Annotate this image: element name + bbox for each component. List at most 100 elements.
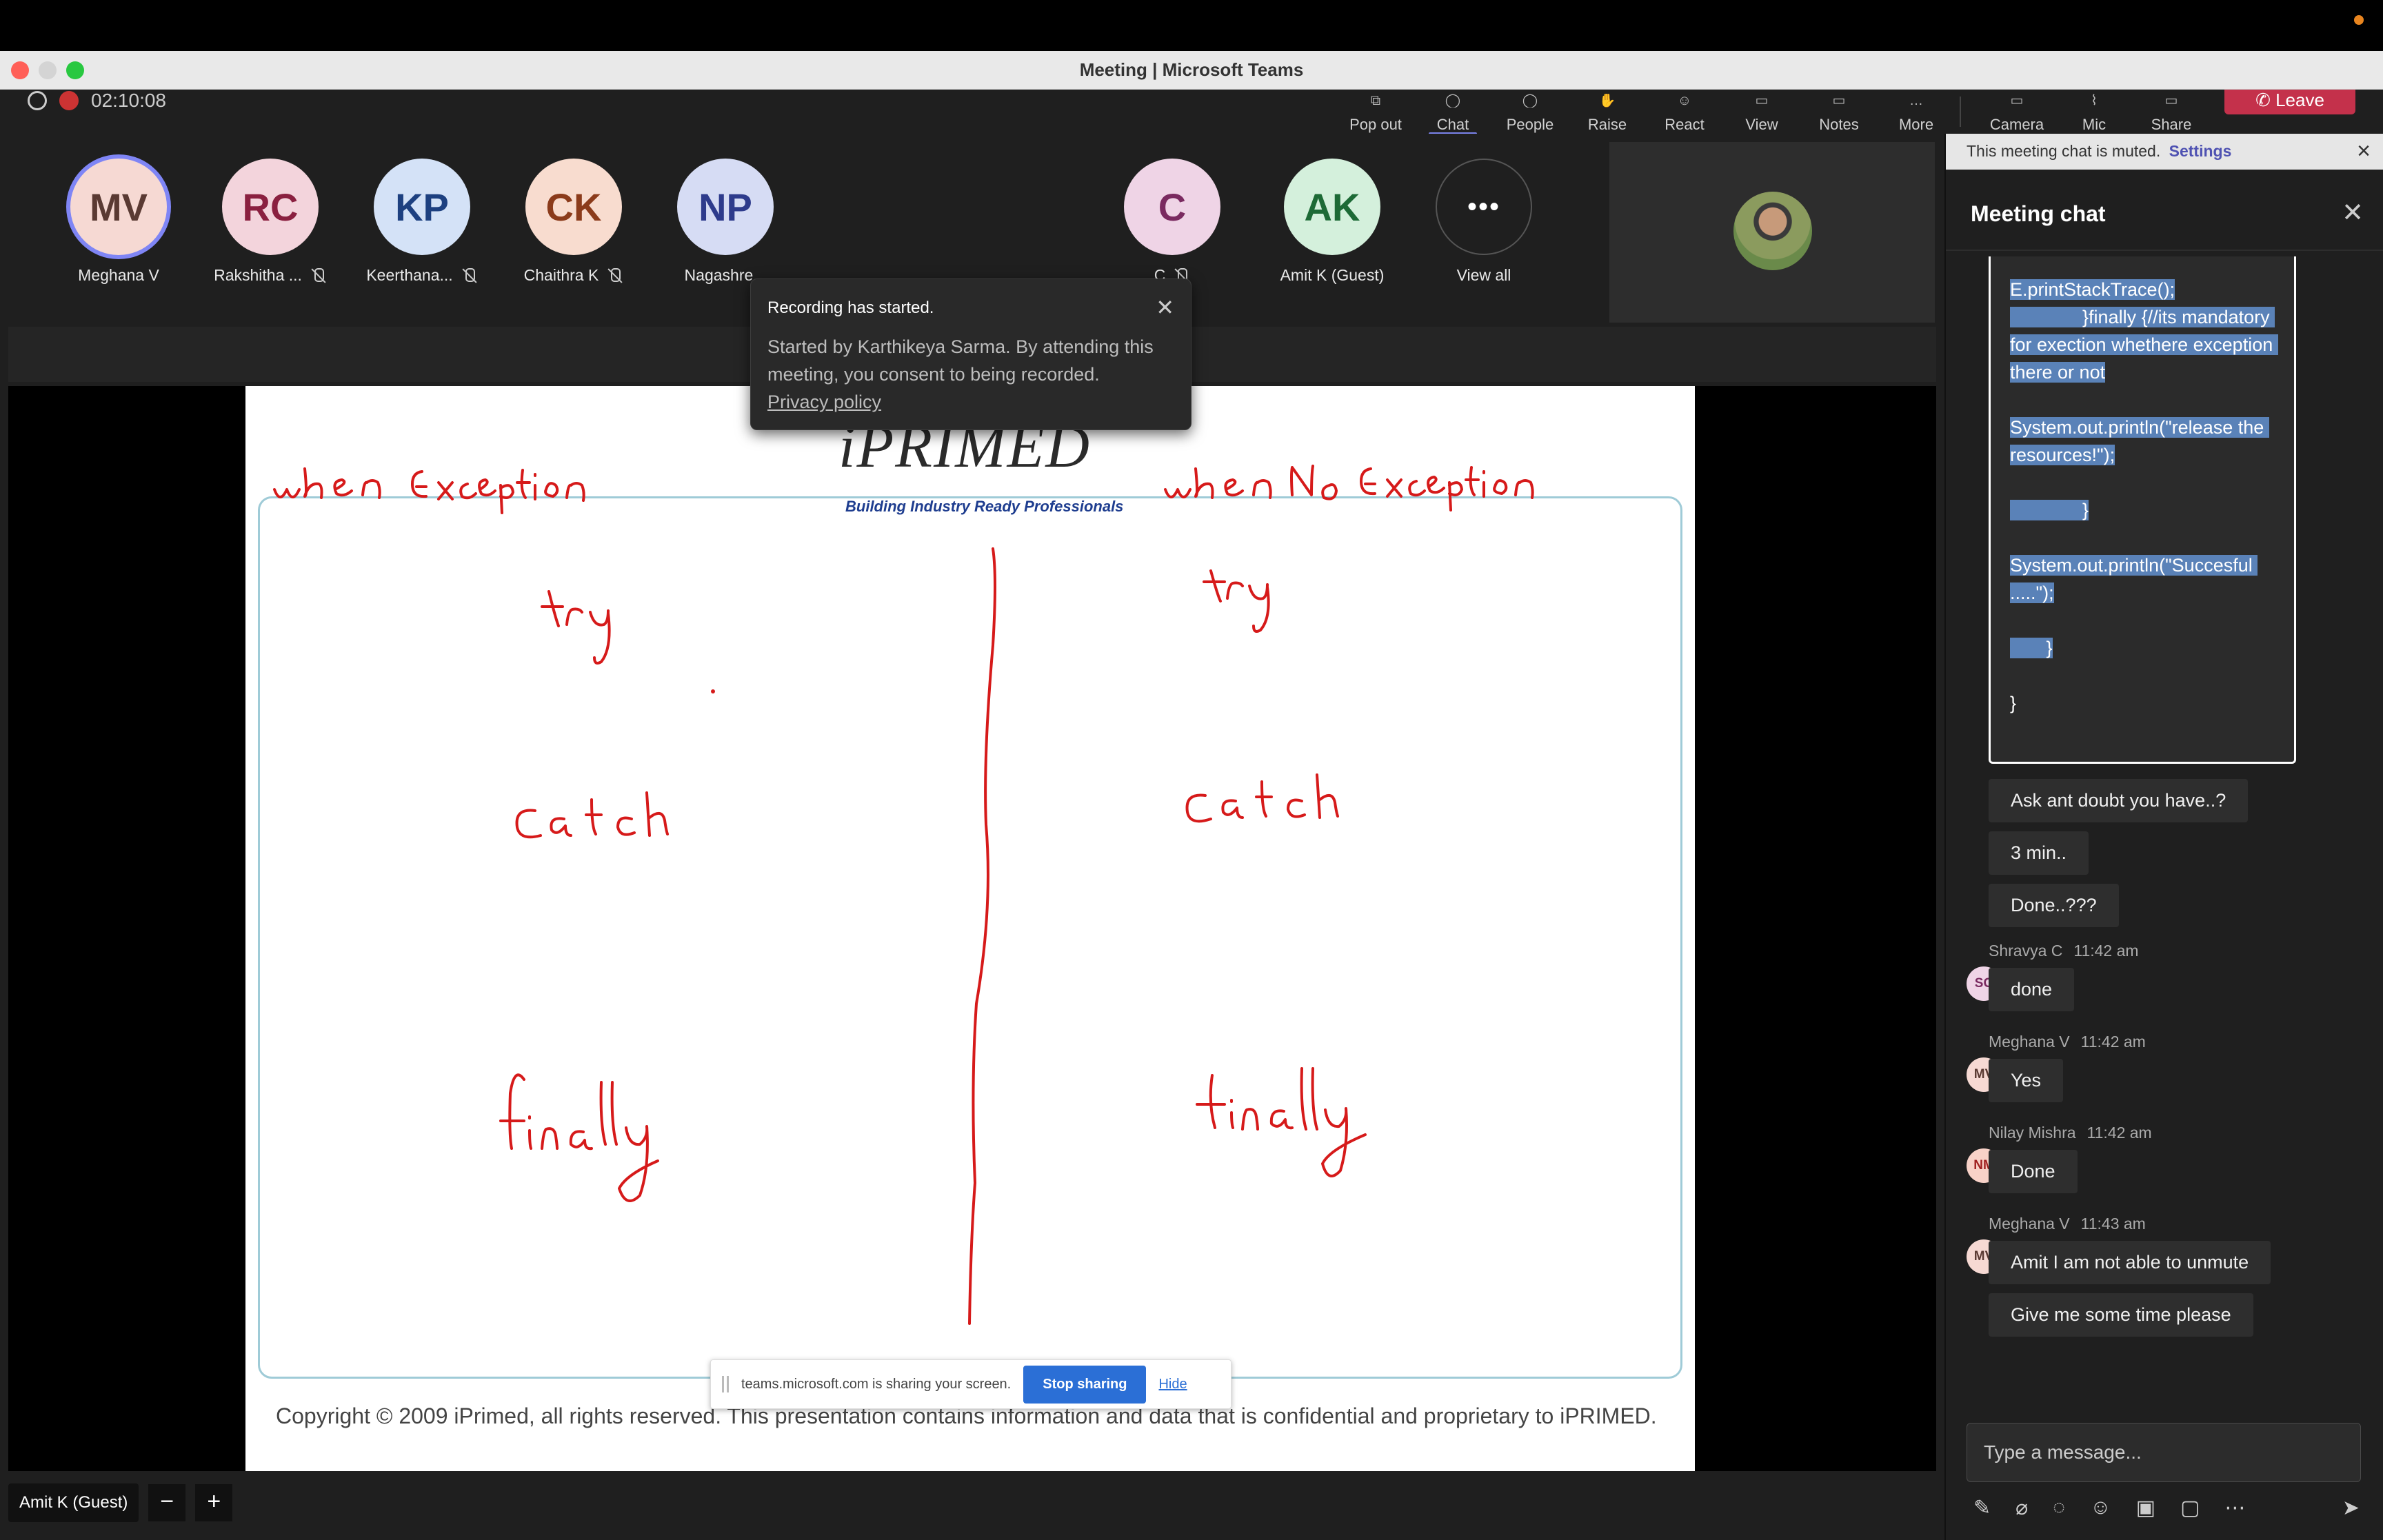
- grid-icon: ▭: [1755, 94, 1769, 108]
- sticker-icon[interactable]: ▢: [2180, 1496, 2200, 1520]
- sharing-status-text: teams.microsoft.com is sharing your scre…: [741, 1376, 1012, 1392]
- privacy-policy-link[interactable]: Privacy policy: [767, 392, 881, 412]
- timer-text: 02:10:08: [91, 90, 166, 111]
- participant-name-row: Chaithra K: [505, 266, 643, 285]
- shield-icon: [28, 91, 47, 110]
- code-line: }: [2010, 500, 2089, 520]
- format-icon[interactable]: ✎: [1973, 1496, 1991, 1520]
- drag-handle-icon[interactable]: [722, 1376, 729, 1392]
- react-button[interactable]: ☺ React: [1647, 94, 1722, 134]
- chat-button[interactable]: ◯ Chat: [1415, 94, 1491, 136]
- chat-muted-banner: This meeting chat is muted. Settings ×: [1946, 134, 2383, 170]
- loop-icon[interactable]: ◌: [2053, 1496, 2065, 1519]
- close-icon[interactable]: ×: [2357, 138, 2371, 165]
- chat-message[interactable]: Give me some time please: [1989, 1293, 2253, 1337]
- camera-button[interactable]: ▭ Camera: [1979, 94, 2055, 134]
- code-line: }finally {//its mandatory for exection w…: [2010, 307, 2278, 383]
- close-icon[interactable]: ✕: [2342, 197, 2364, 228]
- people-icon: ◯: [1522, 94, 1538, 108]
- chat-message[interactable]: Amit I am not able to unmute: [1989, 1241, 2271, 1284]
- chat-message[interactable]: Yes: [1989, 1059, 2064, 1102]
- emoji-icon[interactable]: ☺: [2090, 1496, 2111, 1519]
- avatar: MV: [70, 159, 167, 255]
- participant-tile[interactable]: RC Rakshitha ...: [201, 159, 339, 285]
- recording-toast-body: Started by Karthikeya Sarma. By attendin…: [767, 336, 1154, 412]
- code-message-bubble: E.printStackTrace(); }finally {//its man…: [1989, 256, 2296, 764]
- code-line: }: [2010, 693, 2017, 713]
- mic-button[interactable]: ⌇ Mic: [2056, 94, 2132, 134]
- participant-tile[interactable]: MV Meghana V: [50, 159, 188, 285]
- hide-sharing-bar-link[interactable]: Hide: [1158, 1377, 1187, 1392]
- screen-share-view: iPRIMED Building Industry Ready Professi…: [8, 386, 1936, 1471]
- camera-icon: ▭: [2010, 94, 2024, 108]
- window-titlebar: Meeting | Microsoft Teams: [0, 51, 2383, 90]
- code-line: }: [2010, 638, 2053, 658]
- chat-message[interactable]: Done..???: [1989, 884, 2119, 927]
- popout-button[interactable]: ⧉ Pop out: [1338, 94, 1414, 134]
- gif-icon[interactable]: ▣: [2136, 1496, 2155, 1520]
- ink-when-no-exception: [1164, 465, 1534, 511]
- chat-message-meta: Meghana V 11:42 am: [1989, 1033, 2146, 1051]
- chat-icon: ◯: [1445, 94, 1461, 108]
- chat-title: Meeting chat: [1971, 201, 2106, 226]
- chat-message[interactable]: Done: [1989, 1150, 2078, 1193]
- participant-tile[interactable]: NP Nagashre...: [656, 159, 794, 285]
- chat-message-meta: Meghana V 11:43 am: [1989, 1215, 2146, 1233]
- ink-try-right: [1203, 569, 1270, 633]
- meeting-toolbar: 02:10:08 ⧉ Pop out ◯ Chat ◯ People ✋ Raise ☺…: [0, 90, 2383, 136]
- settings-link[interactable]: Settings: [2169, 142, 2232, 160]
- chat-message[interactable]: 3 min..: [1989, 831, 2089, 875]
- participant-tile[interactable]: CK Chaithra K: [505, 159, 643, 285]
- zoom-out-button[interactable]: −: [148, 1484, 186, 1521]
- attach-icon[interactable]: ⌀: [2015, 1496, 2028, 1520]
- mac-menubar: [0, 0, 2383, 51]
- share-button[interactable]: ▭ Share: [2133, 94, 2209, 134]
- window-title: Meeting | Microsoft Teams: [1079, 59, 1304, 80]
- ink-divider-line: [968, 547, 996, 1325]
- participant-name: Meghana V: [78, 266, 159, 284]
- notification-dot-icon: [2354, 15, 2364, 25]
- people-button[interactable]: ◯ People: [1492, 94, 1568, 134]
- view-all-button[interactable]: ••• View all: [1415, 159, 1553, 285]
- self-video-tile[interactable]: [1609, 142, 1935, 323]
- participant-name: Rakshitha ...: [214, 266, 302, 284]
- code-line: System.out.println("release the resource…: [2010, 417, 2269, 465]
- ink-try-left: [541, 590, 611, 665]
- more-options-icon[interactable]: ⋯: [2224, 1496, 2245, 1520]
- ink-dot: [711, 689, 715, 693]
- participant-tile[interactable]: KP Keerthana...: [353, 159, 491, 285]
- chat-message[interactable]: done: [1989, 968, 2075, 1011]
- ink-finally-right: [1196, 1067, 1367, 1177]
- raise-hand-button[interactable]: ✋ Raise: [1569, 94, 1645, 134]
- profile-photo: [1733, 192, 1812, 270]
- participant-tile[interactable]: AK Amit K (Guest): [1263, 159, 1401, 285]
- presenter-name-label: Amit K (Guest): [8, 1483, 139, 1522]
- participant-name: Amit K (Guest): [1280, 266, 1385, 284]
- stop-sharing-button[interactable]: Stop sharing: [1023, 1365, 1147, 1404]
- zoom-in-button[interactable]: +: [195, 1484, 233, 1521]
- participant-tile[interactable]: CC: [1103, 159, 1241, 285]
- stage-bottom-bar: Amit K (Guest) − +: [8, 1482, 233, 1523]
- ellipsis-icon: •••: [1436, 159, 1532, 255]
- avatar: KP: [374, 159, 470, 255]
- message-compose-box[interactable]: Type a message...: [1967, 1423, 2361, 1482]
- code-line: E.printStackTrace();: [2010, 279, 2175, 300]
- view-button[interactable]: ▭ View: [1724, 94, 1800, 134]
- chat-panel: This meeting chat is muted. Settings × M…: [1944, 134, 2383, 1540]
- chat-message[interactable]: Ask ant doubt you have..?: [1989, 779, 2249, 822]
- ink-catch-left: [515, 791, 669, 839]
- leave-button[interactable]: ✆ Leave: [2224, 90, 2355, 114]
- more-button[interactable]: … More: [1878, 94, 1954, 134]
- compose-toolbar: ✎ ⌀ ◌ ☺ ▣ ▢ ⋯ ➤: [1973, 1490, 2360, 1525]
- ink-when-exception: [273, 467, 585, 514]
- notes-button[interactable]: ▭ Notes: [1801, 94, 1877, 134]
- send-icon[interactable]: ➤: [2342, 1496, 2360, 1520]
- close-icon[interactable]: ✕: [1156, 294, 1174, 321]
- recording-icon: [59, 91, 79, 110]
- participant-name-row: Keerthana...: [353, 266, 491, 285]
